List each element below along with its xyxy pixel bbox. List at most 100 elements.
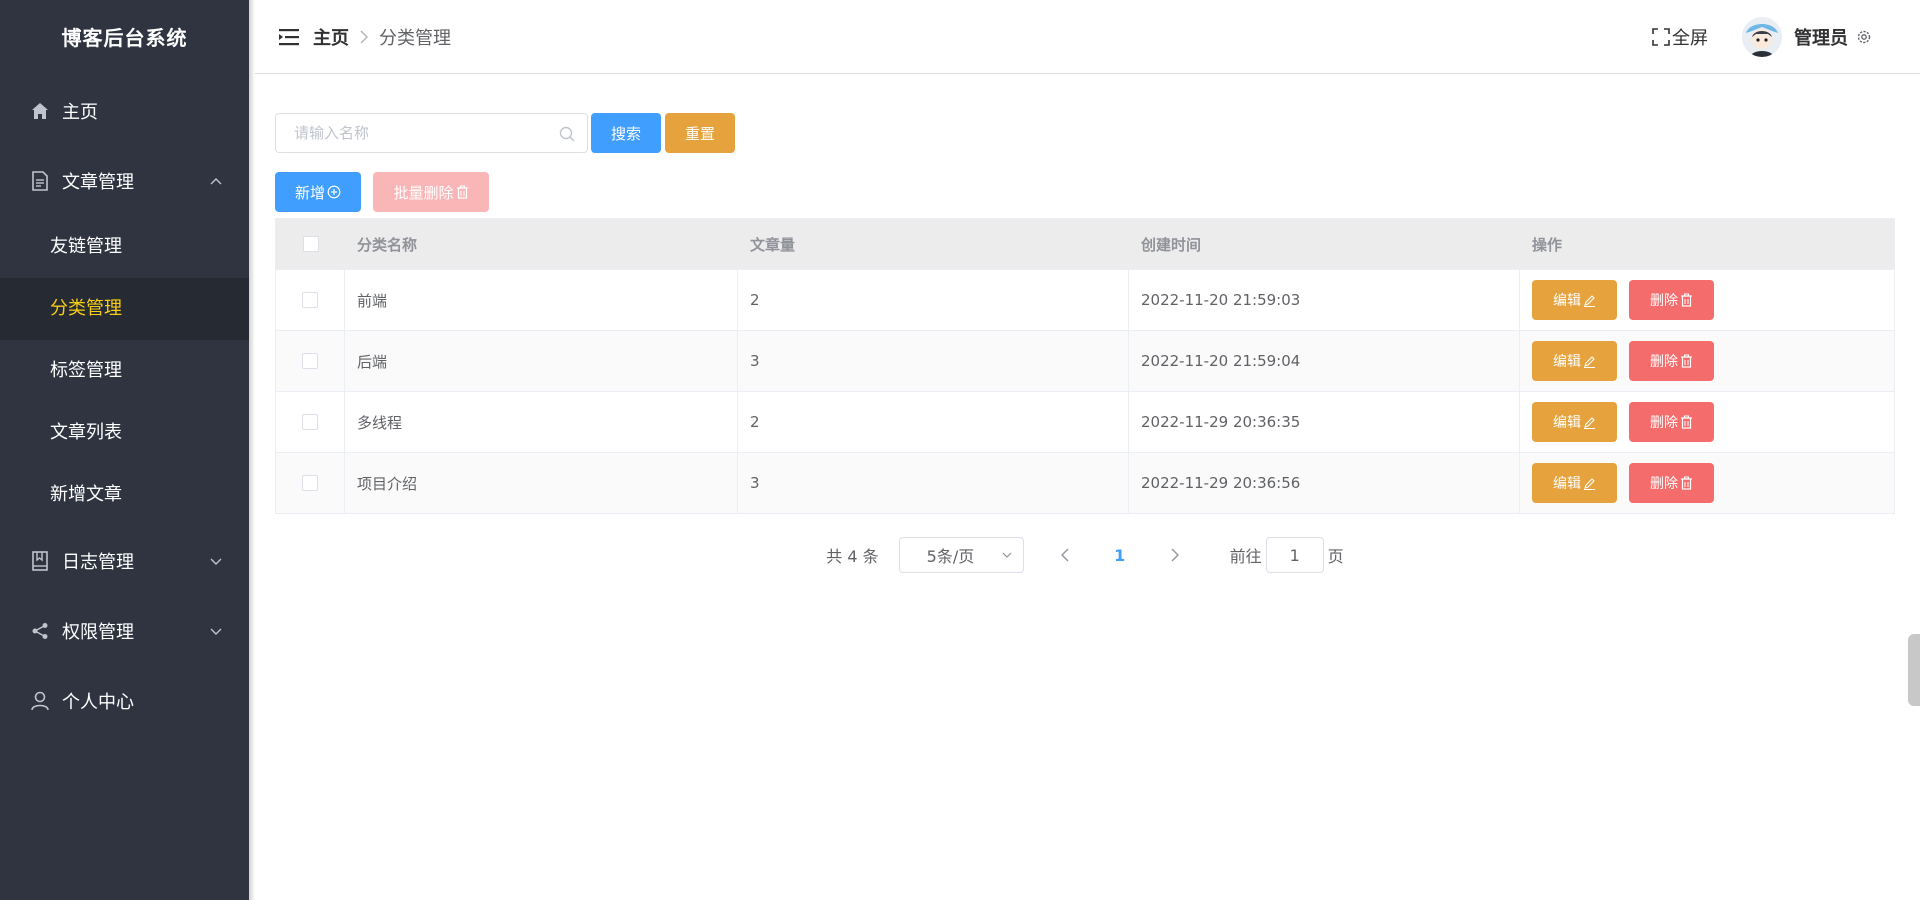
gear-icon[interactable] [1856, 29, 1872, 45]
edit-icon [1584, 477, 1595, 490]
main-content: 搜索 重置 新增 批量删除 分类名称 文章量 创建时间 操作 前端 2 2022… [255, 75, 1920, 900]
submenu-articles: 友链管理 分类管理 标签管理 文章列表 新增文章 [0, 216, 249, 526]
delete-button[interactable]: 删除 [1629, 280, 1714, 320]
row-select-cell [276, 392, 345, 452]
sidebar-item-article-list[interactable]: 文章列表 [0, 402, 249, 464]
side-scroll-handle[interactable] [1908, 634, 1920, 706]
add-button-label: 新增 [294, 183, 325, 202]
page-size-select[interactable]: 5条/页 [898, 537, 1024, 573]
chevron-down-icon [1002, 552, 1012, 558]
home-icon [30, 101, 50, 121]
next-page-button[interactable] [1160, 537, 1190, 573]
cell-count: 2 [738, 392, 1129, 452]
cell-created: 2022-11-20 21:59:03 [1129, 270, 1520, 330]
sidebar-item-new-article[interactable]: 新增文章 [0, 464, 249, 526]
batch-delete-button[interactable]: 批量删除 [373, 172, 489, 212]
search-button[interactable]: 搜索 [591, 113, 661, 153]
page-size-value: 5条/页 [926, 547, 975, 566]
sidebar-item-home[interactable]: 主页 [0, 76, 249, 146]
sidebar-item-articles[interactable]: 文章管理 [0, 146, 249, 216]
username[interactable]: 管理员 [1794, 24, 1848, 50]
delete-button[interactable]: 删除 [1629, 463, 1714, 503]
cell-actions: 编辑 删除 [1520, 392, 1894, 452]
cell-count: 2 [738, 270, 1129, 330]
cell-actions: 编辑 删除 [1520, 331, 1894, 391]
search-box[interactable] [275, 113, 588, 153]
delete-label: 删除 [1650, 293, 1678, 309]
batch-delete-label: 批量删除 [393, 183, 454, 202]
user-icon [30, 691, 50, 711]
goto-label: 前往 [1229, 547, 1262, 566]
edit-label: 编辑 [1553, 354, 1581, 370]
header-select-cell [276, 219, 345, 269]
row-checkbox[interactable] [302, 475, 318, 491]
table-header: 分类名称 文章量 创建时间 操作 [276, 219, 1894, 269]
edit-icon [1584, 294, 1595, 307]
delete-label: 删除 [1650, 354, 1678, 370]
row-checkbox[interactable] [302, 292, 318, 308]
table-row: 项目介绍 3 2022-11-29 20:36:56 编辑 删除 [276, 452, 1894, 513]
table-row: 前端 2 2022-11-20 21:59:03 编辑 删除 [276, 269, 1894, 330]
share-icon [30, 621, 50, 641]
delete-button[interactable]: 删除 [1629, 341, 1714, 381]
chevron-up-icon [210, 178, 222, 185]
app-logo-title: 博客后台系统 [61, 26, 188, 50]
row-select-cell [276, 453, 345, 513]
search-input[interactable] [276, 114, 536, 152]
row-select-cell [276, 331, 345, 391]
sidebar-item-permissions[interactable]: 权限管理 [0, 596, 249, 666]
fullscreen-icon [1652, 28, 1670, 46]
trash-icon [456, 185, 468, 199]
fullscreen-button[interactable]: 全屏 [1652, 24, 1708, 50]
sidebar-item-friendlinks[interactable]: 友链管理 [0, 216, 249, 278]
row-checkbox[interactable] [302, 353, 318, 369]
edit-button[interactable]: 编辑 [1532, 341, 1617, 381]
sidebar-item-tags[interactable]: 标签管理 [0, 340, 249, 402]
chevron-down-icon [210, 558, 222, 565]
goto-page-suffix: 页 [1327, 547, 1344, 566]
edit-button[interactable]: 编辑 [1532, 463, 1617, 503]
sidebar-item-label: 主页 [62, 102, 98, 123]
sidebar-item-logs[interactable]: 日志管理 [0, 526, 249, 596]
column-header-name: 分类名称 [357, 235, 418, 254]
avatar[interactable] [1742, 17, 1782, 57]
add-button[interactable]: 新增 [275, 172, 361, 212]
chevron-right-icon [1171, 548, 1179, 562]
delete-label: 删除 [1650, 476, 1678, 492]
header: 主页 分类管理 全屏 管理员 [255, 0, 1920, 74]
row-checkbox[interactable] [302, 414, 318, 430]
prev-page-button[interactable] [1050, 537, 1080, 573]
cell-name: 多线程 [345, 392, 738, 452]
select-all-checkbox[interactable] [302, 236, 319, 252]
sidebar-item-label: 日志管理 [62, 552, 134, 573]
menu-fold-icon[interactable] [279, 28, 299, 46]
trash-icon [1681, 476, 1692, 490]
column-header-actions: 操作 [1532, 235, 1563, 254]
page-number-current[interactable]: 1 [1100, 546, 1140, 565]
goto-page-input[interactable] [1265, 537, 1324, 573]
edit-label: 编辑 [1553, 293, 1581, 309]
breadcrumb-home[interactable]: 主页 [313, 24, 349, 50]
sidebar-item-profile[interactable]: 个人中心 [0, 666, 249, 736]
cell-name: 后端 [345, 331, 738, 391]
cell-actions: 编辑 删除 [1520, 453, 1894, 513]
delete-button[interactable]: 删除 [1629, 402, 1714, 442]
breadcrumb-current: 分类管理 [379, 28, 451, 49]
edit-icon [1584, 416, 1595, 429]
edit-button[interactable]: 编辑 [1532, 280, 1617, 320]
sidebar-item-label: 权限管理 [62, 622, 134, 643]
sidebar-item-label: 个人中心 [62, 692, 134, 713]
sidebar-item-categories[interactable]: 分类管理 [0, 278, 249, 340]
chevron-down-icon [210, 628, 222, 635]
cell-count: 3 [738, 453, 1129, 513]
cell-name: 前端 [345, 270, 738, 330]
edit-button[interactable]: 编辑 [1532, 402, 1617, 442]
pagination-total: 共 4 条 [826, 547, 879, 566]
cell-name: 项目介绍 [345, 453, 738, 513]
trash-icon [1681, 293, 1692, 307]
cell-created: 2022-11-20 21:59:04 [1129, 331, 1520, 391]
book-icon [30, 551, 50, 571]
table-row: 后端 3 2022-11-20 21:59:04 编辑 删除 [276, 330, 1894, 391]
document-icon [30, 171, 50, 191]
reset-button[interactable]: 重置 [665, 113, 735, 153]
